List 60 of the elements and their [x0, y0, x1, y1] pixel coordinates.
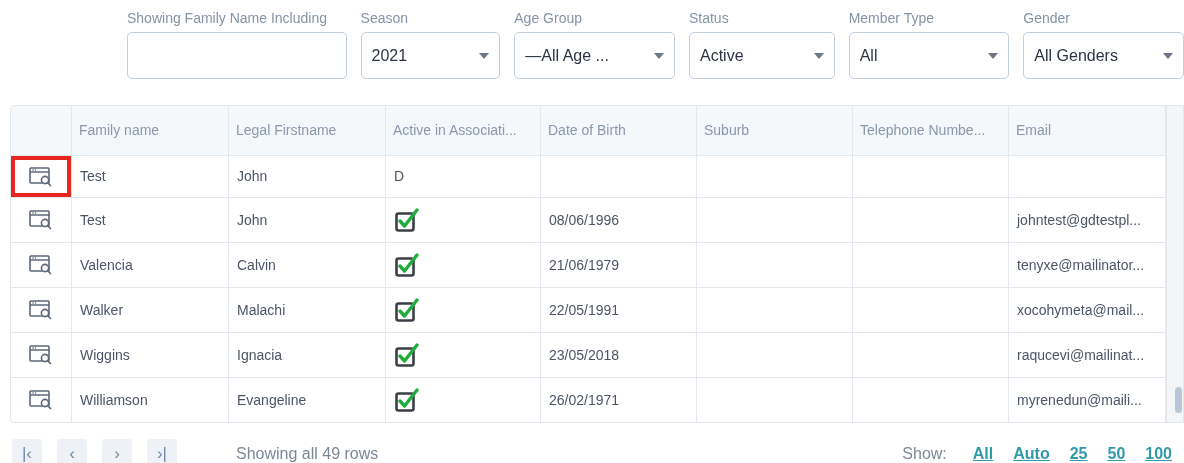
page-size-link[interactable]: Auto [1013, 442, 1050, 463]
pager-button[interactable]: |‹ [12, 439, 42, 463]
view-record-icon[interactable] [29, 210, 53, 230]
table-cell: Test [72, 198, 229, 243]
filter-dropdown[interactable]: All [848, 32, 1010, 79]
column-header[interactable]: Active in Associati... [386, 106, 541, 156]
column-header[interactable]: Email [1009, 106, 1166, 156]
table-cell: Evangeline [229, 378, 386, 422]
table-cell: Valencia [72, 243, 229, 288]
table-cell: xocohymeta@mail... [1009, 288, 1166, 333]
table-cell: Williamson [72, 378, 229, 422]
column-header[interactable]: Family name [72, 106, 229, 156]
pager-button[interactable]: › [102, 439, 132, 463]
view-record-icon[interactable] [29, 300, 53, 320]
page-size-link[interactable]: 50 [1107, 442, 1126, 463]
table-cell: 22/05/1991 [541, 288, 697, 333]
filter-dropdown[interactable]: 2021 [360, 32, 501, 79]
table-cell: Wiggins [72, 333, 229, 378]
view-record-icon[interactable] [29, 345, 53, 365]
filter-label: Member Type [848, 9, 935, 28]
pager-button[interactable]: ‹ [57, 439, 87, 463]
table-cell: Calvin [229, 243, 386, 288]
filter-dropdown[interactable]: —All Age ... [514, 32, 675, 79]
table-cell: myrenedun@maili... [1009, 378, 1166, 422]
filter-label: Showing Family Name Including [127, 9, 328, 28]
table-cell: Ignacia [229, 333, 386, 378]
table-cell: Walker [72, 288, 229, 333]
table-cell: johntest@gdtestpl... [1009, 198, 1166, 243]
scrollbar[interactable] [1166, 106, 1183, 422]
table-cell: John [229, 156, 386, 198]
table-cell: John [229, 198, 386, 243]
table-cell: 08/06/1996 [541, 198, 697, 243]
row-count: Showing all 49 rows [236, 444, 379, 463]
column-header[interactable]: Telephone Numbe... [853, 106, 1009, 156]
search-field[interactable] [127, 32, 347, 79]
table-cell: 23/05/2018 [541, 333, 697, 378]
pager-button[interactable]: ›| [147, 439, 177, 463]
view-record-icon[interactable] [29, 255, 53, 275]
table-cell: Malachi [229, 288, 386, 333]
filter-dropdown[interactable]: Active [688, 32, 835, 79]
page-size-link[interactable]: 100 [1145, 442, 1172, 463]
page-size-label: Show: [902, 444, 947, 463]
column-header[interactable]: Suburb [697, 106, 853, 156]
table-cell: 21/06/1979 [541, 243, 697, 288]
table-cell: tenyxe@mailinator... [1009, 243, 1166, 288]
page-size-link[interactable]: All [972, 442, 994, 463]
table-cell: raqucevi@mailinat... [1009, 333, 1166, 378]
filter-dropdown[interactable]: All Genders [1023, 32, 1184, 79]
page-size-link[interactable]: 25 [1069, 442, 1088, 463]
column-header[interactable]: Legal Firstname [229, 106, 386, 156]
view-record-icon[interactable] [29, 166, 53, 187]
filter-label: Gender [1023, 9, 1072, 28]
column-header[interactable]: Date of Birth [541, 106, 697, 156]
view-record-icon[interactable] [29, 390, 53, 410]
filter-label: Season [360, 9, 410, 28]
filter-label: Status [688, 9, 730, 28]
table-cell: D [386, 156, 541, 198]
table-cell: 26/02/1971 [541, 378, 697, 422]
filter-label: Age Group [514, 9, 583, 28]
table-cell: Test [72, 156, 229, 198]
